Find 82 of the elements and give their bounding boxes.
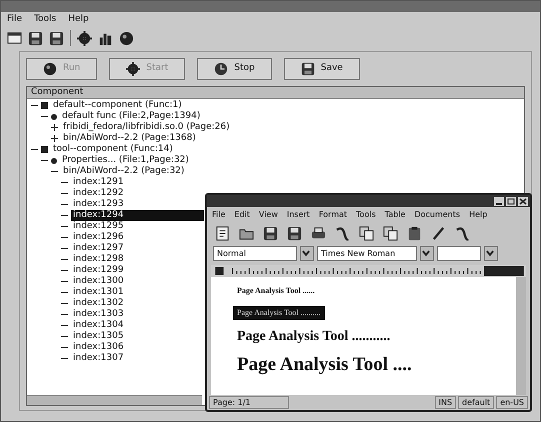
toolbar-button[interactable]: Save [284,58,360,80]
font-dropdown[interactable]: Times New Roman [317,246,417,261]
copy-icon[interactable] [359,226,374,240]
tree-item[interactable]: index:1298 [71,254,126,265]
collapse-icon[interactable] [31,146,38,153]
menu-item[interactable]: Tools [356,209,376,220]
menu-item[interactable]: Tools [34,14,56,25]
tree-item[interactable]: default func (File:2,Page:1394) [60,111,202,122]
window-icon[interactable] [7,30,22,46]
status-field: Page: 1/1 [209,396,289,409]
document-line: Page Analysis Tool ...... [236,285,316,297]
collapse-icon[interactable] [41,157,48,164]
menu-item[interactable]: Insert [286,209,310,220]
size-dropdown[interactable] [437,246,481,261]
toolbar-button[interactable]: Stop [197,58,272,80]
collapse-icon[interactable] [41,113,48,120]
tree-item[interactable]: index:1293 [71,199,126,210]
square-icon [41,146,48,153]
tree-item[interactable]: bin/AbiWord--2.2 (Page:32) [61,166,186,177]
style-dropdown[interactable]: Normal [213,246,297,261]
menu-item[interactable]: Table [384,209,406,220]
copy-icon[interactable] [383,226,398,240]
tree-item[interactable]: index:1291 [71,177,126,188]
horizontal-scrollbar[interactable] [27,395,202,405]
bullet-icon [51,158,57,164]
curve-icon[interactable] [335,226,350,240]
menu-item[interactable]: Help [469,209,488,220]
menu-item[interactable]: Documents [414,209,460,220]
chevron-icon [301,248,311,258]
tree-item[interactable]: index:1302 [71,298,126,309]
tree-item[interactable]: bin/AbiWord--2.2 (Page:1368) [61,133,198,144]
gear-icon [126,62,140,76]
status-field: INS [434,396,456,409]
status-field: default [458,396,494,409]
document-line: Page Analysis Tool .... [236,353,413,377]
document-line: Page Analysis Tool ........... [236,328,392,346]
tree-item[interactable]: index:1296 [71,232,126,243]
menu-item[interactable]: Help [68,14,89,25]
menu-item[interactable]: View [258,209,278,220]
document-icon[interactable] [215,226,230,240]
expand-icon[interactable] [51,135,58,142]
tree-item[interactable]: index:1299 [71,265,126,276]
menu-item[interactable]: File [7,14,22,25]
pencil-icon[interactable] [431,226,446,240]
expand-icon[interactable] [51,124,58,131]
tree-item[interactable]: index:1303 [71,309,126,320]
tree-item[interactable]: index:1297 [71,243,126,254]
tree-item[interactable]: index:1304 [71,320,126,331]
tree-item[interactable]: index:1306 [71,342,126,353]
tree-item[interactable]: index:1294 [71,210,204,221]
ball-icon[interactable] [119,30,134,46]
tree-item[interactable]: index:1292 [71,188,126,199]
tree-item[interactable]: index:1305 [71,331,126,342]
clock-icon [214,62,228,76]
maximize-icon[interactable] [506,196,516,206]
vertical-scrollbar[interactable] [516,277,526,395]
menu-item[interactable]: Edit [234,209,250,220]
clipboard-icon[interactable] [407,226,422,240]
tree-item[interactable]: index:1301 [71,287,126,298]
tree-item[interactable]: default--component (Func:1) [51,100,184,111]
column-header[interactable]: Component [27,87,524,99]
printer-icon[interactable] [311,226,326,240]
minimize-icon[interactable] [494,196,504,206]
menu-item[interactable]: Format [318,209,348,220]
close-icon[interactable] [518,196,528,206]
collapse-icon[interactable] [51,168,58,175]
gear-icon[interactable] [77,30,92,46]
tree-item[interactable]: index:1307 [71,353,126,364]
chevron-icon [485,248,495,258]
tree-item[interactable]: index:1300 [71,276,126,287]
status-field: en-US [496,396,528,409]
menu-item[interactable]: File [212,209,226,220]
curve-icon[interactable] [455,226,470,240]
tree-item[interactable]: fribidi_fedora/libfribidi.so.0 (Page:26) [61,122,232,133]
tree-item[interactable]: tool--component (Func:14) [51,144,175,155]
tree-item[interactable]: index:1295 [71,221,126,232]
bullet-icon [51,114,57,120]
chevron-icon [421,248,431,258]
collapse-icon[interactable] [31,102,38,109]
square-icon [41,102,48,109]
ball-icon [43,62,57,76]
tree-item[interactable]: Properties... (File:1,Page:32) [60,155,191,166]
